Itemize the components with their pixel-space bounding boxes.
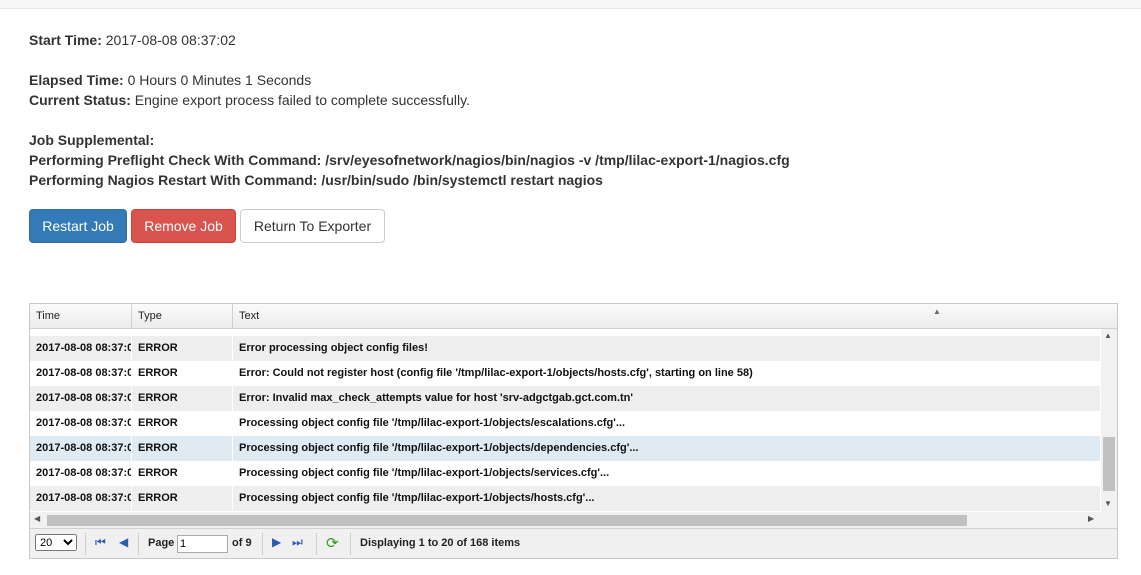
column-header-text-label: Text xyxy=(239,310,260,322)
cell-text: Error: Invalid max_check_attempts value … xyxy=(233,386,1101,411)
scroll-corner xyxy=(1101,512,1117,528)
job-actions: Restart Job Remove Job Return To Exporte… xyxy=(29,209,385,243)
current-status-row: Current Status: Engine export process fa… xyxy=(29,90,790,110)
table-row[interactable]: 2017-08-08 08:37:0 ERROR Error processing … xyxy=(30,336,1101,361)
display-status-text: Displaying 1 to 20 of 168 items xyxy=(360,537,521,549)
sort-ascending-icon: ▲ xyxy=(933,307,941,316)
job-info: Start Time: 2017-08-08 08:37:02 Elapsed … xyxy=(29,30,790,190)
cell-type: ERROR xyxy=(132,411,233,436)
elapsed-time-label: Elapsed Time: xyxy=(29,72,124,88)
top-navbar-strip xyxy=(0,0,1141,9)
page-count-label: of 9 xyxy=(232,537,252,549)
table-row[interactable]: 2017-08-08 08:37:0 ERROR Processing object… xyxy=(30,411,1101,436)
cell-time: 2017-08-08 08:37:0 xyxy=(30,486,132,511)
cell-text: Processing object config file '/tmp/lila… xyxy=(233,436,1101,461)
next-page-icon[interactable]: ▶ xyxy=(272,535,281,549)
job-supplemental-label: Job Supplemental: xyxy=(29,132,155,148)
pager-divider xyxy=(262,533,263,555)
grid-pager: 20 ⏮ ◀ Page of 9 ▶ ⏭ ⟳ Displaying 1 to 2… xyxy=(30,528,1117,558)
column-header-text[interactable]: Text ▲ xyxy=(233,304,1117,329)
cell-time: 2017-08-08 08:37:0 xyxy=(30,436,132,461)
cell-type: ERROR xyxy=(132,461,233,486)
first-page-icon[interactable]: ⏮ xyxy=(95,535,106,550)
cell-time: 2017-08-08 08:37:0 xyxy=(30,336,132,361)
cell-time: 2017-08-08 08:37:0 xyxy=(30,361,132,386)
scroll-up-arrow-icon[interactable]: ▲ xyxy=(1104,331,1112,340)
pager-divider xyxy=(350,533,351,555)
pager-divider xyxy=(316,533,317,555)
scroll-down-arrow-icon[interactable]: ▼ xyxy=(1104,499,1112,508)
remove-job-button[interactable]: Remove Job xyxy=(131,209,236,243)
vertical-scrollbar[interactable]: ▲ ▼ xyxy=(1101,329,1117,512)
cell-type: ERROR xyxy=(132,436,233,461)
start-time-row: Start Time: 2017-08-08 08:37:02 xyxy=(29,30,790,50)
page-size-select[interactable]: 20 xyxy=(35,534,77,551)
page-number-input[interactable] xyxy=(177,535,228,553)
horizontal-scroll-thumb[interactable] xyxy=(47,515,967,526)
return-to-exporter-button[interactable]: Return To Exporter xyxy=(240,209,385,243)
page-label: Page xyxy=(148,537,175,549)
cell-text: Error processing object config files! xyxy=(233,336,1101,361)
cell-text: Processing object config file '/tmp/lila… xyxy=(233,486,1101,511)
preflight-check-line: Performing Preflight Check With Command:… xyxy=(29,152,790,168)
vertical-scroll-thumb[interactable] xyxy=(1103,437,1115,491)
table-row[interactable]: 2017-08-08 08:37:0 ERROR Processing object… xyxy=(30,436,1101,461)
last-page-icon[interactable]: ⏭ xyxy=(292,535,303,550)
scroll-left-arrow-icon[interactable]: ◀ xyxy=(34,514,40,523)
scroll-right-arrow-icon[interactable]: ▶ xyxy=(1088,514,1094,523)
refresh-icon[interactable]: ⟳ xyxy=(326,534,339,552)
cell-text: Processing object config file '/tmp/lila… xyxy=(233,461,1101,486)
elapsed-time-row: Elapsed Time: 0 Hours 0 Minutes 1 Second… xyxy=(29,70,790,90)
cell-type: ERROR xyxy=(132,386,233,411)
cell-time: 2017-08-08 08:37:0 xyxy=(30,411,132,436)
table-row[interactable]: 2017-08-08 08:37:0 ERROR Processing object… xyxy=(30,461,1101,486)
table-row[interactable]: 2017-08-08 08:37:0 ERROR Error: Invalid ma… xyxy=(30,386,1101,411)
table-row[interactable]: 2017-08-08 08:37:0 ERROR Processing object… xyxy=(30,486,1101,511)
pager-divider xyxy=(138,533,139,555)
column-header-time[interactable]: Time xyxy=(30,304,132,329)
column-header-type[interactable]: Type xyxy=(132,304,233,329)
previous-page-icon[interactable]: ◀ xyxy=(119,535,128,549)
cell-type: ERROR xyxy=(132,486,233,511)
nagios-restart-line: Performing Nagios Restart With Command: … xyxy=(29,172,603,188)
table-row[interactable]: 2017-08-08 08:37:0 ERROR Error: Could not … xyxy=(30,361,1101,386)
current-status-label: Current Status: xyxy=(29,92,131,108)
cell-text: Error: Could not register host (config f… xyxy=(233,361,1101,386)
job-log-grid: Time Type Text ▲ 2017-08-08 08:37:0 ERROR… xyxy=(29,303,1118,559)
cell-time: 2017-08-08 08:37:0 xyxy=(30,386,132,411)
cell-type: ERROR xyxy=(132,361,233,386)
cell-time: 2017-08-08 08:37:0 xyxy=(30,461,132,486)
elapsed-time-value: 0 Hours 0 Minutes 1 Seconds xyxy=(127,72,312,88)
pager-divider xyxy=(85,533,86,555)
restart-job-button[interactable]: Restart Job xyxy=(29,209,127,243)
grid-header: Time Type Text ▲ xyxy=(30,304,1117,329)
cell-text: Processing object config file '/tmp/lila… xyxy=(233,411,1101,436)
grid-body: 2017-08-08 08:37:0 ERROR Error processing … xyxy=(30,329,1101,512)
cell-type: ERROR xyxy=(132,336,233,361)
start-time-label: Start Time: xyxy=(29,32,102,48)
horizontal-scrollbar[interactable]: ◀ ▶ xyxy=(30,512,1101,528)
current-status-value: Engine export process failed to complete… xyxy=(134,92,470,108)
start-time-value: 2017-08-08 08:37:02 xyxy=(105,32,236,48)
